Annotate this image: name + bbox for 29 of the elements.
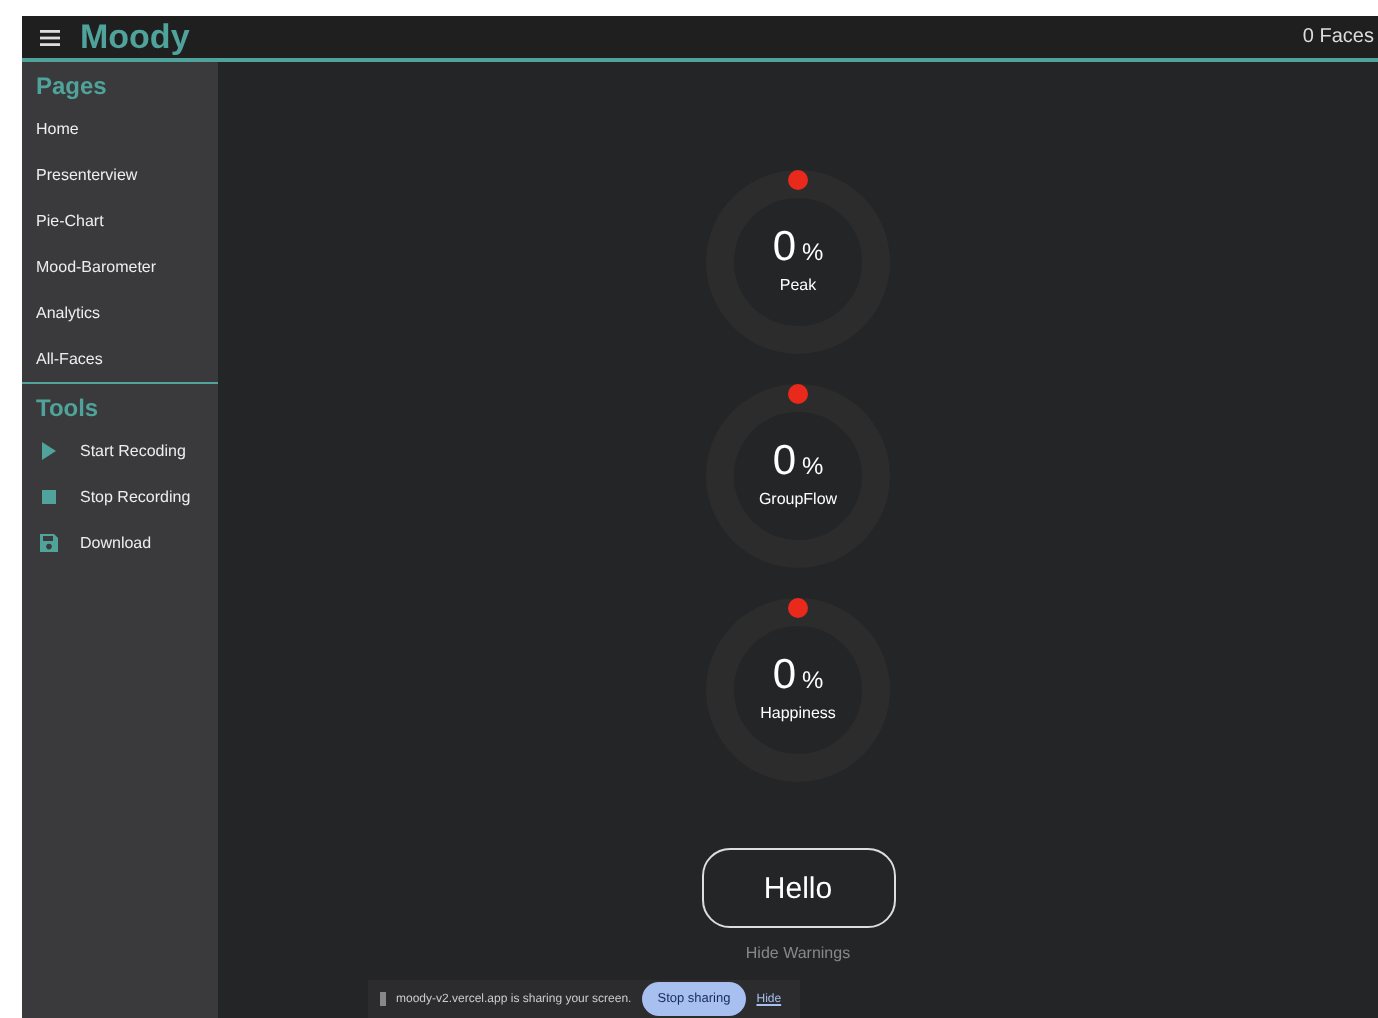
- save-icon: [40, 534, 58, 552]
- sidebar-item[interactable]: Presenterview: [22, 152, 218, 198]
- sidebar-item[interactable]: All-Faces: [22, 336, 218, 382]
- gauge-label: GroupFlow: [758, 490, 838, 508]
- app-logo[interactable]: Moody: [80, 17, 190, 57]
- section-title: Pages: [34, 70, 109, 104]
- menu-icon[interactable]: [40, 29, 60, 45]
- gauge-value: 0: [772, 654, 796, 698]
- sidebar-item[interactable]: Analytics: [22, 290, 218, 336]
- sidebar-item[interactable]: Start Recoding: [80, 428, 186, 474]
- sidebar-item[interactable]: Download: [80, 520, 152, 566]
- face-count: 0 Faces: [1302, 26, 1374, 48]
- gauge-label: Peak: [779, 276, 817, 294]
- gauge-label: Happiness: [760, 704, 836, 722]
- stop-icon: [40, 488, 58, 506]
- section-title: Tools: [34, 392, 101, 426]
- play-icon: [40, 442, 58, 460]
- sidebar-item[interactable]: Stop Recording: [80, 474, 191, 520]
- gauge-value: 0: [772, 440, 796, 484]
- gauge-value: 0: [772, 226, 796, 270]
- sidebar-item[interactable]: Pie-Chart: [22, 198, 218, 244]
- sidebar-item[interactable]: Mood-Barometer: [22, 244, 218, 290]
- bars-icon: [380, 992, 386, 1006]
- gauge-unit: %: [802, 452, 824, 480]
- hello-button[interactable]: Hello: [701, 848, 895, 928]
- sidebar-item[interactable]: Home: [22, 106, 218, 152]
- gauge-unit: %: [802, 666, 824, 694]
- gauge-unit: %: [802, 238, 824, 266]
- hide-warnings-link[interactable]: Hide Warnings: [745, 944, 851, 962]
